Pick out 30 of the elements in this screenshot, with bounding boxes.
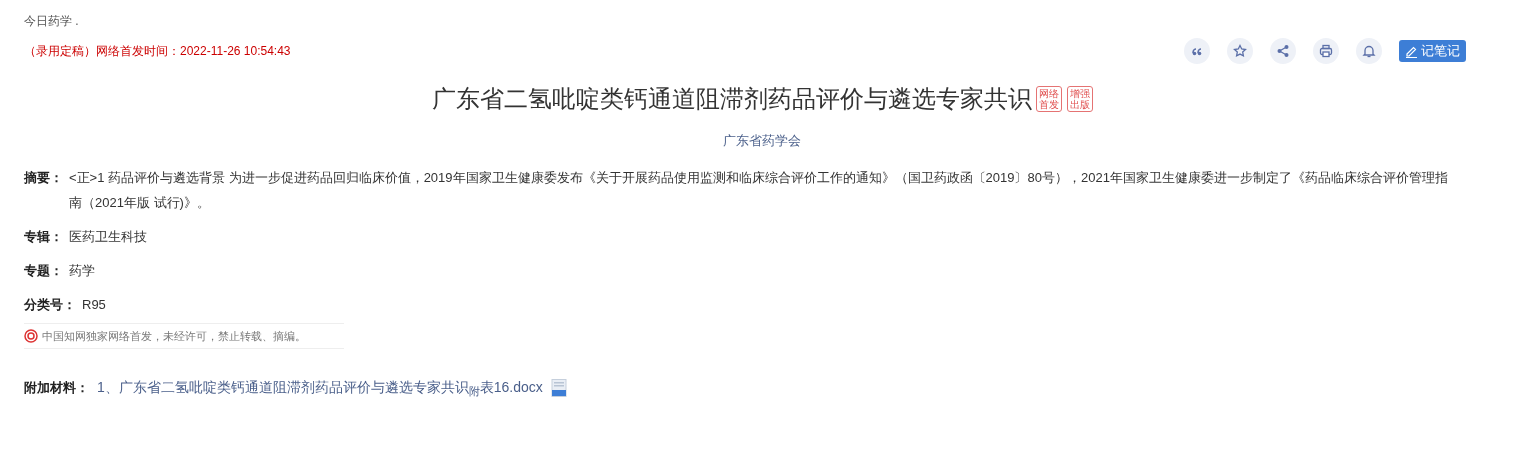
print-button[interactable] bbox=[1313, 38, 1339, 64]
bell-button[interactable] bbox=[1356, 38, 1382, 64]
publish-note: （录用定稿）网络首发时间：2022-11-26 10:54:43 bbox=[24, 43, 291, 60]
take-notes-button[interactable]: 记笔记 bbox=[1399, 40, 1466, 62]
field-label: 专辑： bbox=[24, 227, 63, 246]
bell-icon bbox=[1362, 44, 1376, 58]
field-label: 摘要： bbox=[24, 168, 63, 187]
print-icon bbox=[1319, 44, 1333, 58]
share-button[interactable] bbox=[1270, 38, 1296, 64]
share-icon bbox=[1276, 44, 1290, 58]
article-title: 广东省二氢吡啶类钙通道阻滞剂药品评价与遴选专家共识 bbox=[431, 84, 1032, 114]
field-value: R95 bbox=[82, 295, 106, 314]
field-value: 药学 bbox=[69, 261, 95, 280]
field-label: 分类号： bbox=[24, 295, 76, 314]
breadcrumb: 今日药学 . bbox=[24, 13, 80, 30]
pencil-icon bbox=[1405, 44, 1418, 58]
author-link[interactable]: 广东省药学会 bbox=[723, 131, 801, 151]
field-value: <正>1 药品评价与遴选背景 为进一步促进药品回归临床价值，2019年国家卫生健康委发布《关于开展药品使用监测和临床综合评价工作的通知》（国卫药政函〔2019〕80号），2021年国家卫生健康委进一步制定了《药品临床综合评价管理指南（2021年版 试行)》。 bbox=[69, 168, 1449, 212]
quote-button[interactable] bbox=[1184, 38, 1210, 64]
attachment-link[interactable]: 1、广东省二氢吡啶类钙通道阻滞剂药品评价与遴选专家共识$_{附}$表16.docx bbox=[97, 377, 543, 398]
star-button[interactable] bbox=[1227, 38, 1253, 64]
warning-icon bbox=[24, 328, 38, 343]
publication-badge: 网络 首发 bbox=[1035, 86, 1062, 112]
field-value: 医药卫生科技 bbox=[69, 227, 147, 246]
field-label: 专题： bbox=[24, 261, 63, 280]
star-icon bbox=[1233, 44, 1247, 58]
copyright-notice: 中国知网独家网络首发，未经许可，禁止转载、摘编。 bbox=[42, 328, 306, 344]
doc-file-icon bbox=[550, 378, 567, 397]
publication-badge: 增强 出版 bbox=[1066, 86, 1093, 112]
field-label: 附加材料： bbox=[24, 378, 89, 397]
